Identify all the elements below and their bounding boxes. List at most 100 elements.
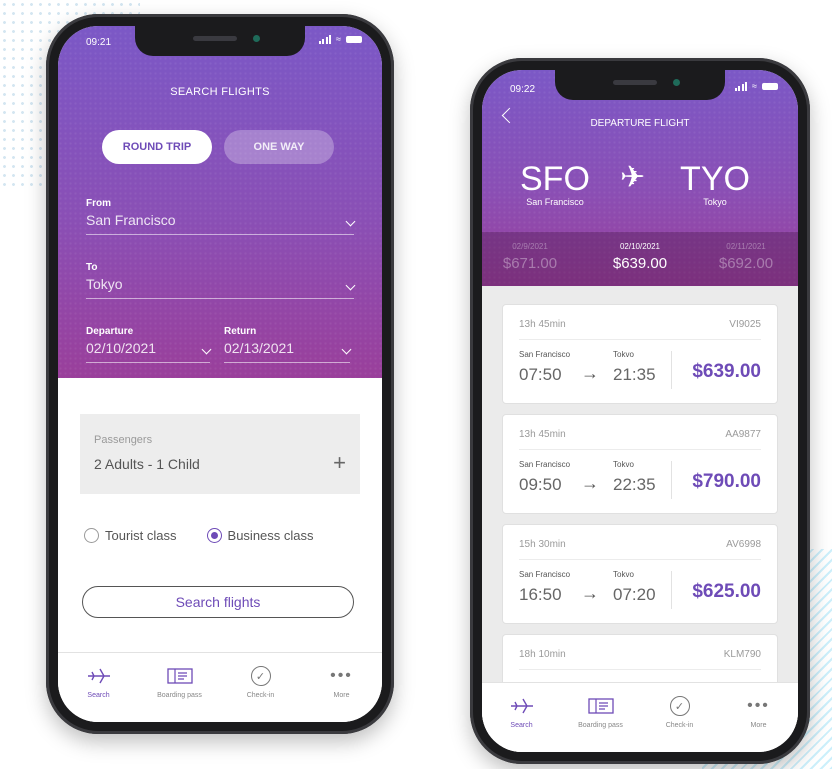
tourist-class-label: Tourist class xyxy=(105,528,177,543)
tab-label: Boarding pass xyxy=(157,692,202,699)
check-icon: ✓ xyxy=(250,666,271,686)
tab-more[interactable]: ••• More xyxy=(312,665,372,722)
passengers-label: Passengers xyxy=(94,434,153,446)
page-title: DEPARTURE FLIGHT xyxy=(590,118,690,129)
depart-time: 09:50 xyxy=(519,475,562,494)
tab-bar: Search Boarding pass ✓ Check-in ••• More xyxy=(482,682,798,752)
from-city: San Francisco xyxy=(519,460,571,469)
date-price: $692.00 xyxy=(718,255,774,272)
flight-card[interactable]: 15h 30min AV6998 San Francisco Tokvo 16:… xyxy=(502,524,778,624)
date-price: $639.00 xyxy=(612,255,668,272)
tab-label: Check-in xyxy=(246,692,275,699)
arrow-right-icon: → xyxy=(581,473,599,493)
signal-icon xyxy=(734,82,748,91)
page-title: SEARCH FLIGHTS xyxy=(170,86,270,98)
arrive-time: 07:20 xyxy=(613,585,656,604)
tab-more[interactable]: ••• More xyxy=(729,695,789,752)
flight-duration: 15h 30min xyxy=(519,539,566,550)
date-option[interactable]: 02/9/2021 $671.00 xyxy=(488,242,572,272)
wifi-icon: ≈ xyxy=(752,81,757,91)
battery-icon xyxy=(762,83,778,90)
canvas: 09:21 ≈ SEARCH FLIGHTS ROUND TRIP ONE WA… xyxy=(0,0,832,769)
signal-icon xyxy=(318,35,332,44)
flight-price: $639.00 xyxy=(692,361,761,382)
tab-bar: Search Boarding pass ✓ Check-in ••• More xyxy=(58,652,382,722)
flight-code: AA9877 xyxy=(725,429,761,440)
tab-label: More xyxy=(333,692,350,699)
departure-label: Departure xyxy=(86,326,134,337)
more-icon: ••• xyxy=(330,667,353,684)
flight-price: $790.00 xyxy=(692,471,761,492)
plane-icon xyxy=(86,665,112,687)
phone-notch xyxy=(555,70,725,100)
date-price-strip: 02/9/2021 $671.00 02/10/2021 $639.00 02/… xyxy=(482,232,798,286)
tab-search[interactable]: Search xyxy=(492,695,552,752)
search-flights-button[interactable]: Search flights xyxy=(82,586,354,618)
to-label: To xyxy=(86,262,98,273)
to-city: Tokvo xyxy=(613,460,634,469)
return-label: Return xyxy=(224,326,257,337)
status-time: 09:21 xyxy=(86,37,112,48)
radio-selected-icon xyxy=(206,528,222,543)
check-icon: ✓ xyxy=(669,696,690,716)
business-class-label: Business class xyxy=(227,528,314,543)
to-city: Tokvo xyxy=(613,570,634,579)
airplane-icon: ✈ xyxy=(620,161,646,194)
flight-code: AV6998 xyxy=(726,539,761,550)
status-time: 09:22 xyxy=(510,84,536,95)
to-value: Tokyo xyxy=(86,276,123,292)
origin: SFO San Francisco xyxy=(520,160,590,207)
flight-duration: 18h 10min xyxy=(519,649,566,660)
flight-price: $625.00 xyxy=(692,581,761,602)
battery-icon xyxy=(346,36,362,43)
passengers-value: 2 Adults - 1 Child xyxy=(94,456,200,472)
tab-label: Search xyxy=(510,722,533,729)
arrive-time: 22:35 xyxy=(613,475,656,494)
ticket-icon xyxy=(166,665,193,687)
tab-boarding-pass[interactable]: Boarding pass xyxy=(571,695,631,752)
passengers-box[interactable]: Passengers 2 Adults - 1 Child + xyxy=(80,414,360,494)
phone-search: 09:21 ≈ SEARCH FLIGHTS ROUND TRIP ONE WA… xyxy=(46,14,394,734)
to-city: Tokvo xyxy=(613,350,634,359)
tab-label: More xyxy=(750,722,767,729)
flight-duration: 13h 45min xyxy=(519,429,566,440)
tab-check-in[interactable]: ✓ Check-in xyxy=(231,665,291,722)
flight-card[interactable]: 13h 45min AA9877 San Francisco Tokvo 09:… xyxy=(502,414,778,514)
departure-screen: 09:22 ≈ DEPARTURE FLIGHT SFO San Francis… xyxy=(482,70,798,752)
radio-icon xyxy=(84,528,99,543)
origin-city: San Francisco xyxy=(526,197,584,207)
flight-card[interactable]: 13h 45min VI9025 San Francisco Tokvo 07:… xyxy=(502,304,778,404)
plus-icon[interactable]: + xyxy=(333,452,346,474)
departure-field[interactable]: Departure 02/10/2021 xyxy=(86,326,212,363)
tourist-class-radio[interactable]: Tourist class xyxy=(84,528,177,543)
search-screen: 09:21 ≈ SEARCH FLIGHTS ROUND TRIP ONE WA… xyxy=(58,26,382,722)
one-way-toggle[interactable]: ONE WAY xyxy=(224,130,334,164)
more-icon: ••• xyxy=(747,697,770,714)
date-label: 02/9/2021 xyxy=(512,242,548,251)
departure-value: 02/10/2021 xyxy=(86,340,157,356)
date-option-selected[interactable]: 02/10/2021 $639.00 xyxy=(586,242,694,272)
business-class-radio[interactable]: Business class xyxy=(206,528,314,543)
date-price: $671.00 xyxy=(502,255,558,272)
arrive-time: 21:35 xyxy=(613,365,656,384)
arrow-right-icon: → xyxy=(581,363,599,383)
phone-notch xyxy=(135,26,305,56)
round-trip-toggle[interactable]: ROUND TRIP xyxy=(102,130,212,164)
flight-code: VI9025 xyxy=(729,319,761,330)
arrow-right-icon: → xyxy=(581,583,599,603)
date-option[interactable]: 02/11/2021 $692.00 xyxy=(704,242,788,272)
tab-search[interactable]: Search xyxy=(69,665,129,722)
tab-check-in[interactable]: ✓ Check-in xyxy=(650,695,710,752)
flight-duration: 13h 45min xyxy=(519,319,566,330)
destination-code: TYO xyxy=(680,160,750,198)
class-selector: Tourist class Business class xyxy=(84,528,314,543)
status-icons: ≈ xyxy=(734,81,778,91)
plane-icon xyxy=(509,695,535,717)
tab-boarding-pass[interactable]: Boarding pass xyxy=(150,665,210,722)
destination-city: Tokyo xyxy=(703,197,727,207)
return-value: 02/13/2021 xyxy=(224,340,295,356)
tab-label: Search xyxy=(87,692,110,699)
return-field[interactable]: Return 02/13/2021 xyxy=(224,326,352,363)
to-field[interactable]: To Tokyo xyxy=(86,262,356,299)
from-field[interactable]: From San Francisco xyxy=(86,198,356,235)
